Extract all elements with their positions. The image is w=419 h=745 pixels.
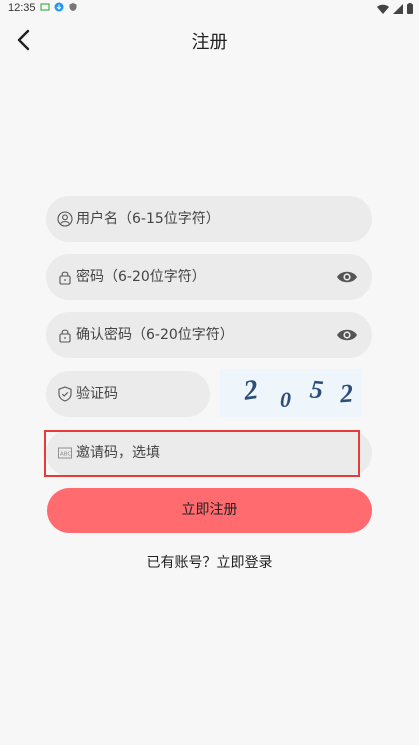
captcha-image[interactable]: 2 0 5 2 (220, 369, 362, 417)
notification-icon (40, 3, 50, 11)
captcha-field (46, 371, 210, 417)
captcha-digit: 2 (338, 378, 354, 409)
captcha-input[interactable] (76, 371, 201, 417)
page-title: 注册 (191, 32, 228, 53)
shield-check-icon (58, 386, 72, 402)
password-input[interactable] (76, 254, 346, 300)
captcha-digit: 5 (308, 374, 325, 405)
login-link[interactable]: 已有账号？立即登录 (0, 552, 419, 572)
eye-icon[interactable] (336, 326, 358, 344)
lock-icon (59, 329, 71, 343)
top-bar: 注册 (0, 22, 419, 58)
download-icon (54, 2, 64, 12)
lock-icon (59, 271, 71, 285)
captcha-digit: 2 (241, 374, 261, 407)
shield-status-icon (69, 3, 77, 11)
username-input[interactable] (76, 196, 346, 242)
status-time: 12:35 (8, 2, 36, 14)
battery-icon (407, 3, 413, 14)
confirm-password-field (46, 312, 372, 358)
password-field (46, 254, 372, 300)
wifi-icon (377, 4, 389, 14)
user-icon (57, 211, 73, 227)
register-button[interactable]: 立即注册 (47, 488, 372, 533)
confirm-password-input[interactable] (76, 312, 346, 358)
captcha-digit: 0 (280, 387, 291, 412)
username-field (46, 196, 372, 242)
status-bar: 12:35 (0, 0, 419, 18)
highlight-box (44, 430, 360, 477)
signal-icon (393, 3, 403, 14)
eye-icon[interactable] (336, 268, 358, 286)
